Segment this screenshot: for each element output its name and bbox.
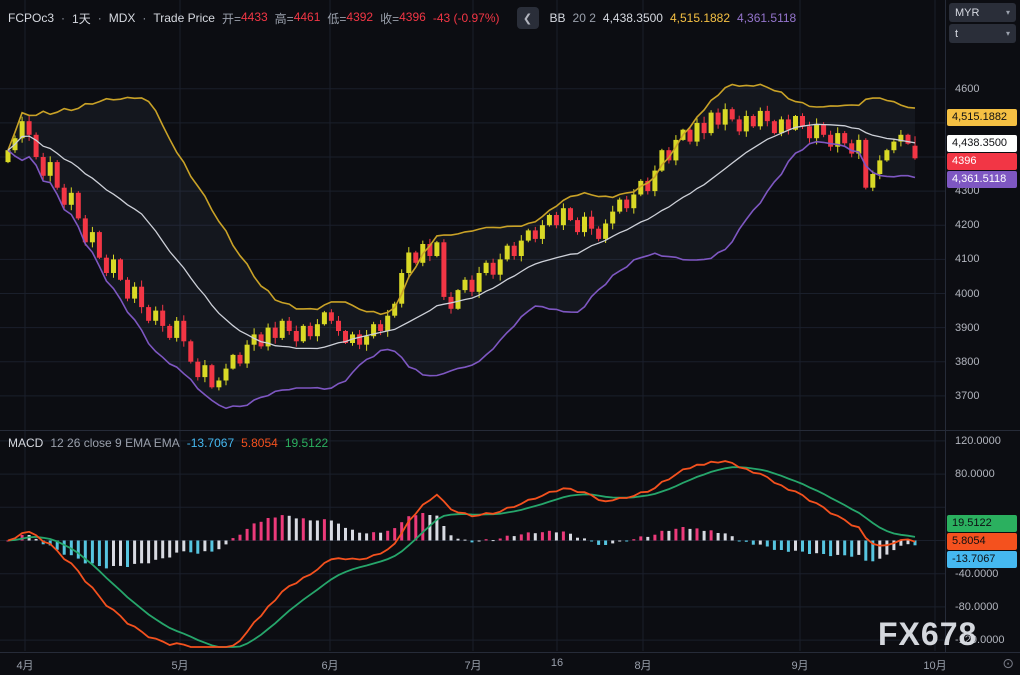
time-axis-label: 7月 (464, 657, 481, 673)
price-axis-badge: 4396 (947, 153, 1017, 170)
macd-axis-label: 80.0000 (955, 467, 995, 481)
macd-legend: MACD 12 26 close 9 EMA EMA -13.7067 5.80… (8, 436, 328, 450)
macd-line-value: 5.8054 (241, 436, 278, 450)
price-axis-label: 4100 (955, 252, 979, 266)
price-axis-label: 4600 (955, 82, 979, 96)
separator-dot: · (98, 11, 102, 25)
series-type-label: Trade Price (153, 11, 215, 25)
low-value: 4392 (346, 10, 373, 27)
time-axis[interactable]: 4月 5月 6月 7月 16 8月 9月 10月 (0, 653, 1020, 675)
close-label: 收= (380, 10, 399, 27)
exchange-label: MDX (109, 11, 136, 25)
low-label: 低= (327, 10, 346, 27)
macd-axis-label: 120.0000 (955, 434, 1001, 448)
time-axis-label: 16 (551, 657, 563, 669)
time-axis-label: 10月 (923, 657, 946, 673)
high-value: 4461 (294, 10, 321, 27)
close-value: 4396 (399, 10, 426, 27)
price-axis-badge: 4,361.5118 (947, 171, 1017, 188)
axis-settings-icon[interactable]: ⊙ (1002, 656, 1014, 670)
bb-basis-value: 4,438.3500 (603, 11, 663, 25)
macd-axis-badge: -13.7067 (947, 551, 1017, 568)
currency-select[interactable]: MYR ▾ (949, 3, 1016, 22)
price-axis-label: 3800 (955, 355, 979, 369)
open-field: 开=4433 (222, 10, 268, 27)
open-label: 开= (222, 10, 241, 27)
currency-value: MYR (955, 7, 979, 19)
open-value: 4433 (241, 10, 268, 27)
time-axis-label: 5月 (171, 657, 188, 673)
chevron-down-icon: ▾ (1006, 8, 1010, 17)
bb-lower-value: 4,361.5118 (737, 11, 796, 25)
unit-select[interactable]: t ▾ (949, 24, 1016, 43)
symbol-name[interactable]: FCPOc3 (8, 11, 54, 25)
symbol-legend: FCPOc3 · 1天 · MDX · Trade Price 开=4433 高… (8, 7, 796, 29)
macd-indicator-title[interactable]: MACD (8, 436, 43, 450)
separator-dot: · (61, 11, 65, 25)
macd-chart-canvas[interactable] (0, 430, 945, 651)
close-field: 收=4396 (380, 10, 426, 27)
watermark: FX678 (878, 616, 977, 653)
chevron-left-icon: ❮ (523, 12, 532, 25)
chevron-down-icon: ▾ (1006, 29, 1010, 38)
price-chart-canvas[interactable] (0, 0, 945, 430)
macd-params: 12 26 close 9 EMA EMA (50, 436, 179, 450)
high-label: 高= (275, 10, 294, 27)
macd-signal-value: 19.5122 (285, 436, 328, 450)
time-axis-label: 9月 (791, 657, 808, 673)
price-axis[interactable]: MYR ▾ t ▾ 460043004200410040003900380037… (946, 0, 1020, 652)
time-axis-label: 6月 (321, 657, 338, 673)
bb-upper-value: 4,515.1882 (670, 11, 730, 25)
macd-panel[interactable]: MACD 12 26 close 9 EMA EMA -13.7067 5.80… (0, 430, 945, 652)
price-panel[interactable]: FCPOc3 · 1天 · MDX · Trade Price 开=4433 高… (0, 0, 945, 430)
bb-legend: BB 20 2 4,438.3500 4,515.1882 4,361.5118 (550, 11, 797, 25)
price-axis-label: 4000 (955, 287, 979, 301)
macd-axis-label: -80.0000 (955, 600, 998, 614)
price-axis-label: 3900 (955, 321, 979, 335)
bb-params: 20 2 (573, 11, 596, 25)
trading-chart-app: FCPOc3 · 1天 · MDX · Trade Price 开=4433 高… (0, 0, 1020, 675)
time-axis-label: 8月 (634, 657, 651, 673)
unit-value: t (955, 28, 958, 40)
macd-axis-badge: 19.5122 (947, 515, 1017, 532)
low-field: 低=4392 (327, 10, 373, 27)
bb-indicator-title[interactable]: BB (550, 11, 566, 25)
price-axis-badge: 4,438.3500 (947, 135, 1017, 152)
price-axis-label: 3700 (955, 389, 979, 403)
time-axis-label: 4月 (16, 657, 33, 673)
change-value: -43 (-0.97%) (433, 11, 500, 25)
scroll-left-button[interactable]: ❮ (517, 7, 539, 29)
price-axis-label: 4200 (955, 218, 979, 232)
panel-divider (0, 430, 1020, 431)
interval-label[interactable]: 1天 (72, 10, 91, 27)
separator-dot: · (142, 11, 146, 25)
macd-axis-label: -40.0000 (955, 567, 998, 581)
macd-hist-value: -13.7067 (187, 436, 234, 450)
macd-axis-badge: 5.8054 (947, 533, 1017, 550)
price-axis-badge: 4,515.1882 (947, 109, 1017, 126)
high-field: 高=4461 (275, 10, 321, 27)
